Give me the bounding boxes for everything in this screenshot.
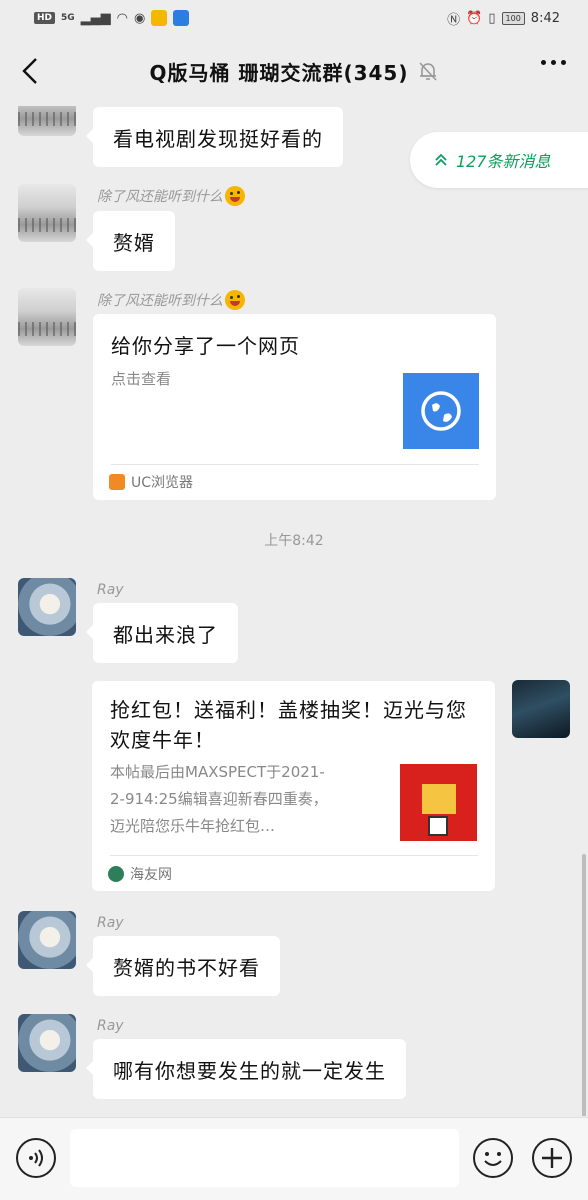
app-notification-icon	[151, 10, 168, 26]
avatar[interactable]	[18, 288, 76, 346]
eye-icon: ◉	[134, 10, 146, 26]
card-thumbnail	[403, 373, 479, 449]
mute-bell-icon	[418, 62, 437, 81]
new-messages-button[interactable]: 127条新消息	[410, 132, 588, 188]
clock: 8:42	[530, 10, 560, 26]
link-share-card[interactable]: 给你分享了一个网页 点击查看 UC浏览器	[93, 314, 496, 500]
message-bubble[interactable]: 赘婿的书不好看	[86, 936, 280, 996]
sender-name-text: 除了风还能听到什么	[97, 189, 223, 205]
voice-button[interactable]	[16, 1138, 56, 1178]
sender-name: 除了风还能听到什么	[97, 186, 245, 206]
message-list[interactable]: 看电视剧发现挺好看的 127条新消息 除了风还能听到什么 赘婿 除了风还能听到什…	[0, 106, 588, 1116]
input-bar	[0, 1117, 588, 1200]
network-label: 5G	[61, 13, 75, 23]
chevron-left-icon	[22, 58, 37, 84]
haiyou-icon	[108, 866, 124, 882]
card-thumbnail	[400, 764, 477, 841]
avatar[interactable]	[18, 184, 76, 242]
avatar[interactable]	[18, 106, 76, 136]
sender-name: Ray	[97, 915, 124, 931]
chat-title: Q版马桶 珊瑚交流群(345)	[149, 60, 409, 85]
sender-name: Ray	[97, 1018, 124, 1034]
double-chevron-up-icon	[435, 153, 447, 166]
new-messages-label: 127条新消息	[456, 152, 551, 171]
more-functions-button[interactable]	[532, 1138, 572, 1178]
avatar[interactable]	[18, 911, 76, 969]
message-bubble[interactable]: 哪有你想要发生的就一定发生	[86, 1039, 406, 1099]
uc-browser-icon	[109, 474, 125, 490]
alarm-icon: ⏰	[466, 10, 483, 26]
chat-header: Q版马桶 珊瑚交流群(345)	[0, 36, 588, 106]
sender-name-text: 除了风还能听到什么	[97, 293, 223, 309]
voice-icon	[29, 1149, 43, 1167]
signal-icon: ▂▄▆	[80, 10, 111, 26]
smiley-icon	[484, 1152, 502, 1166]
status-left: HD 5G ▂▄▆ ◠ ◉	[34, 10, 190, 26]
card-description: 本帖最后由MAXSPECT于2021-2-914:25编辑喜迎新春四重奏，迈光陪…	[110, 763, 328, 835]
sender-name: Ray	[97, 582, 124, 598]
translate-app-icon	[173, 10, 190, 26]
crazy-face-emoji-icon	[225, 290, 245, 310]
status-bar: HD 5G ▂▄▆ ◠ ◉ Ⓝ ⏰ ▯ 100 8:42	[0, 0, 588, 36]
globe-icon	[421, 391, 461, 431]
card-description: 点击查看	[111, 370, 172, 388]
gift-icon	[422, 784, 456, 814]
scrollbar[interactable]	[582, 854, 586, 1116]
avatar[interactable]	[18, 578, 76, 636]
title-wrap: Q版马桶 珊瑚交流群(345)	[150, 57, 439, 86]
emoji-button[interactable]	[473, 1138, 513, 1178]
card-source-label: UC浏览器	[131, 475, 194, 491]
card-source-label: 海友网	[130, 867, 172, 883]
card-source: UC浏览器	[109, 472, 193, 492]
message-input[interactable]	[70, 1129, 459, 1187]
dot-icon	[561, 60, 566, 65]
vibrate-icon: ▯	[488, 10, 496, 26]
avatar[interactable]	[18, 1014, 76, 1072]
status-right: Ⓝ ⏰ ▯ 100 8:42	[447, 9, 560, 28]
back-button[interactable]	[18, 56, 42, 86]
card-title: 给你分享了一个网页	[111, 334, 300, 358]
qr-code-icon	[428, 816, 448, 836]
more-options-button[interactable]	[541, 60, 566, 65]
wifi-icon: ◠	[116, 10, 129, 26]
crazy-face-emoji-icon	[225, 186, 245, 206]
plus-icon	[542, 1148, 562, 1168]
card-title: 抢红包！送福利！盖楼抽奖！迈光与您欢度牛年！	[110, 698, 467, 752]
timestamp: 上午8:42	[264, 533, 324, 549]
link-share-card[interactable]: 抢红包！送福利！盖楼抽奖！迈光与您欢度牛年！ 本帖最后由MAXSPECT于202…	[92, 681, 495, 891]
card-divider	[111, 464, 479, 465]
nfc-icon: Ⓝ	[447, 12, 461, 28]
sender-name: 除了风还能听到什么	[97, 290, 245, 310]
hd-badge: HD	[34, 12, 56, 24]
dot-icon	[541, 60, 546, 65]
dot-icon	[551, 60, 556, 65]
battery-icon: 100	[501, 11, 525, 25]
avatar[interactable]	[512, 680, 570, 738]
message-bubble[interactable]: 都出来浪了	[86, 603, 238, 663]
card-divider	[110, 855, 478, 856]
card-source: 海友网	[108, 864, 172, 884]
message-bubble[interactable]: 看电视剧发现挺好看的	[86, 107, 343, 167]
message-bubble[interactable]: 赘婿	[86, 211, 175, 271]
